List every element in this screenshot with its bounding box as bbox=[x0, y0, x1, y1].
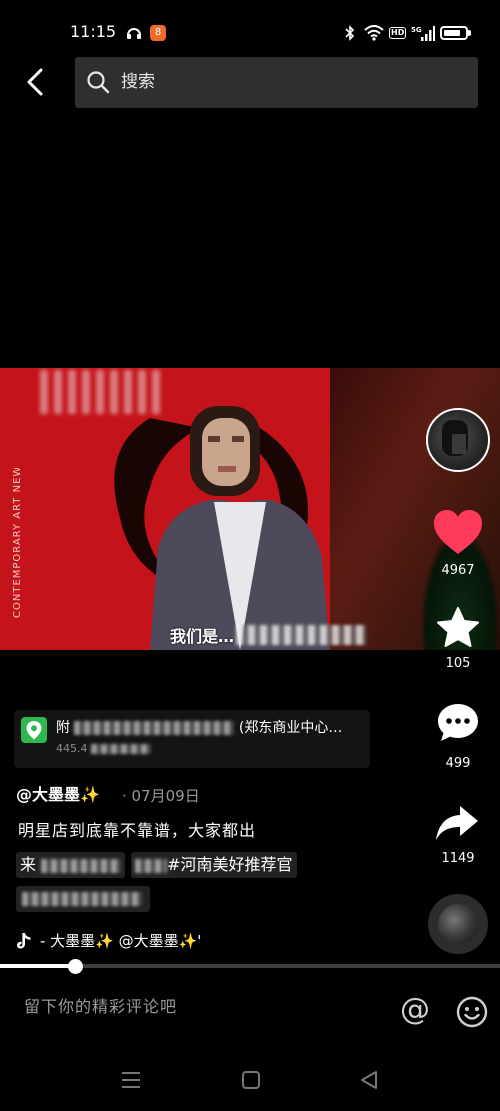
headset-icon bbox=[126, 24, 142, 42]
chevron-left-icon bbox=[27, 68, 43, 96]
favorite-button[interactable] bbox=[436, 606, 480, 650]
location-title-suffix: (郑东商业中心… bbox=[238, 720, 343, 736]
location-pin-icon bbox=[21, 717, 47, 743]
hashtag-henan[interactable]: #河南美好推荐官 bbox=[131, 852, 297, 878]
music-row[interactable]: - 大墨墨✨ @大墨墨✨' bbox=[16, 931, 201, 951]
video-subtitle-text: 我们是… bbox=[170, 627, 235, 646]
post-description-line1: 明星店到底靠不靠谱，大家都出 bbox=[18, 821, 257, 840]
location-title-blurred bbox=[74, 721, 235, 735]
bluetooth-icon bbox=[344, 24, 356, 42]
heart-icon bbox=[434, 510, 482, 554]
share-icon bbox=[436, 806, 478, 840]
author-name[interactable]: @大墨墨✨ bbox=[16, 784, 100, 806]
search-icon bbox=[86, 70, 110, 94]
hashtag-text: #河南美好推荐官 bbox=[167, 855, 293, 874]
share-count: 1149 bbox=[441, 851, 475, 866]
status-time: 11:15 bbox=[70, 22, 117, 41]
video-subtitle: 我们是… bbox=[170, 622, 367, 648]
search-placeholder[interactable]: 搜索 bbox=[121, 71, 155, 93]
location-title-prefix: 附 bbox=[56, 720, 70, 736]
post-description-prefix-text: 来 bbox=[20, 855, 37, 874]
wifi-icon bbox=[364, 24, 384, 42]
progress-played bbox=[0, 964, 75, 968]
hashtag-blurred-2[interactable] bbox=[16, 886, 150, 912]
video-person-figure bbox=[150, 388, 330, 650]
comment-count: 499 bbox=[445, 756, 471, 771]
tiktok-icon bbox=[17, 933, 31, 949]
battery-icon bbox=[440, 26, 468, 40]
app-notification-icon: 8 bbox=[150, 25, 166, 41]
menu-icon bbox=[122, 1072, 140, 1088]
favorite-count: 105 bbox=[445, 656, 471, 671]
video-subtitle-blurred bbox=[236, 625, 367, 645]
comment-input[interactable]: 留下你的精彩评论吧 bbox=[24, 996, 177, 1018]
video-side-text: CONTEMPORARY ART NEW YORK bbox=[10, 431, 40, 628]
comment-button[interactable] bbox=[436, 702, 480, 744]
post-description-line2: 来 #河南美好推荐官 bbox=[16, 852, 297, 878]
video-player[interactable]: CONTEMPORARY ART NEW YORK bbox=[0, 368, 500, 650]
music-text: - 大墨墨✨ @大墨墨✨' bbox=[40, 932, 202, 950]
author-avatar[interactable] bbox=[426, 408, 490, 472]
location-subtitle-blurred bbox=[91, 744, 151, 754]
music-disc-cover bbox=[438, 904, 478, 944]
share-button[interactable] bbox=[434, 804, 480, 842]
location-title: 附 (郑东商业中心… bbox=[56, 718, 342, 738]
signal-icon: 5G bbox=[411, 24, 435, 42]
comment-icon bbox=[438, 704, 478, 741]
location-subtitle: 445.4 bbox=[56, 741, 151, 757]
mention-button[interactable]: @ bbox=[400, 993, 430, 1027]
battery-tip bbox=[468, 30, 471, 36]
like-count: 4967 bbox=[441, 563, 475, 578]
post-description-blurred bbox=[41, 858, 122, 873]
like-button[interactable] bbox=[432, 508, 484, 556]
hd-icon: HD bbox=[389, 27, 407, 39]
home-square-icon bbox=[242, 1071, 260, 1089]
battery-level bbox=[444, 30, 460, 36]
emoji-button[interactable] bbox=[456, 996, 488, 1028]
back-button[interactable] bbox=[20, 62, 54, 102]
triangle-back-icon bbox=[361, 1071, 377, 1089]
location-distance: 445.4 bbox=[56, 742, 88, 755]
smiley-icon bbox=[456, 996, 488, 1028]
nav-back-button[interactable] bbox=[359, 1068, 379, 1092]
nav-menu-button[interactable] bbox=[120, 1068, 142, 1092]
post-date: · 07月09日 bbox=[122, 787, 200, 805]
video-side-label: CONTEMPORARY ART NEW YORK bbox=[12, 468, 23, 618]
progress-knob[interactable] bbox=[68, 959, 83, 974]
svg-text:5G: 5G bbox=[411, 26, 422, 34]
hashtag-2-blurred bbox=[22, 892, 142, 906]
star-icon bbox=[437, 607, 479, 647]
post-description-prefix: 来 bbox=[16, 852, 126, 878]
nav-home-button[interactable] bbox=[241, 1068, 261, 1092]
hashtag-blurred bbox=[135, 858, 168, 873]
